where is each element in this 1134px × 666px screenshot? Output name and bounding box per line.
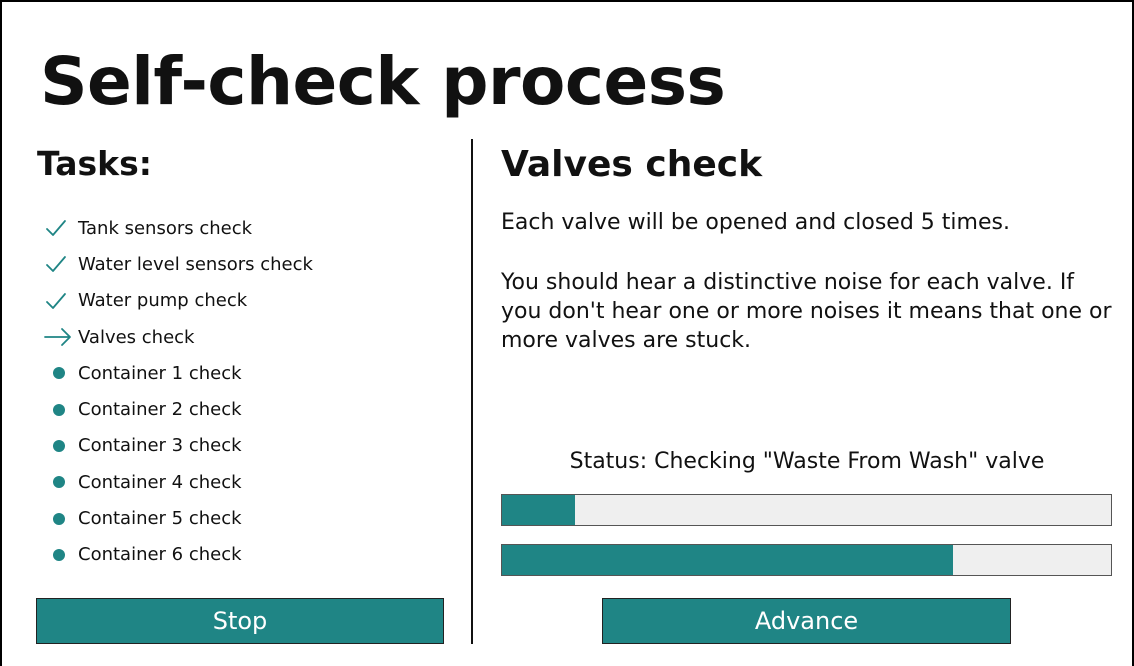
step-description-2: You should hear a distinctive noise for …	[501, 270, 1112, 353]
task-item: Valves check	[44, 319, 313, 355]
task-item: Water pump check	[44, 283, 313, 319]
step-description-1: Each valve will be opened and closed 5 t…	[501, 210, 1010, 235]
current-step-title: Valves check	[501, 144, 763, 185]
task-label: Container 2 check	[78, 399, 242, 421]
task-label: Water pump check	[78, 290, 248, 312]
bullet-icon	[44, 439, 78, 452]
task-item: Container 6 check	[44, 537, 313, 573]
status-text: Status: Checking "Waste From Wash" valve	[569, 449, 1045, 474]
task-label: Container 5 check	[78, 508, 242, 530]
bullet-icon	[44, 512, 78, 525]
vertical-divider	[471, 139, 473, 644]
overall-progress-fill	[502, 545, 953, 575]
task-label: Valves check	[78, 326, 195, 348]
tasks-heading: Tasks:	[37, 144, 152, 183]
task-label: Tank sensors check	[78, 217, 253, 239]
step-progress-bar	[501, 494, 1112, 526]
checkmark-icon	[44, 252, 78, 276]
task-list: Tank sensors check Water level sensors ch…	[44, 210, 313, 573]
task-label: Container 4 check	[78, 471, 242, 493]
task-item: Container 5 check	[44, 500, 313, 536]
task-label: Container 6 check	[78, 544, 242, 566]
arrow-right-icon	[44, 325, 78, 349]
task-item: Container 3 check	[44, 428, 313, 464]
bullet-icon	[44, 403, 78, 416]
overall-progress-bar	[501, 544, 1112, 576]
task-label: Container 1 check	[78, 362, 242, 384]
checkmark-icon	[44, 216, 78, 240]
advance-button[interactable]: Advance	[602, 598, 1011, 644]
task-label: Container 3 check	[78, 435, 242, 457]
stop-button[interactable]: Stop	[36, 598, 444, 644]
bullet-icon	[44, 476, 78, 489]
step-progress-fill	[502, 495, 576, 525]
task-item: Container 4 check	[44, 464, 313, 500]
task-item: Container 1 check	[44, 355, 313, 391]
task-item: Container 2 check	[44, 391, 313, 427]
page-title: Self-check process	[40, 43, 726, 120]
bullet-icon	[44, 367, 78, 380]
task-item: Tank sensors check	[44, 210, 313, 246]
task-label: Water level sensors check	[78, 253, 313, 275]
bullet-icon	[44, 548, 78, 561]
checkmark-icon	[44, 289, 78, 313]
task-item: Water level sensors check	[44, 246, 313, 282]
